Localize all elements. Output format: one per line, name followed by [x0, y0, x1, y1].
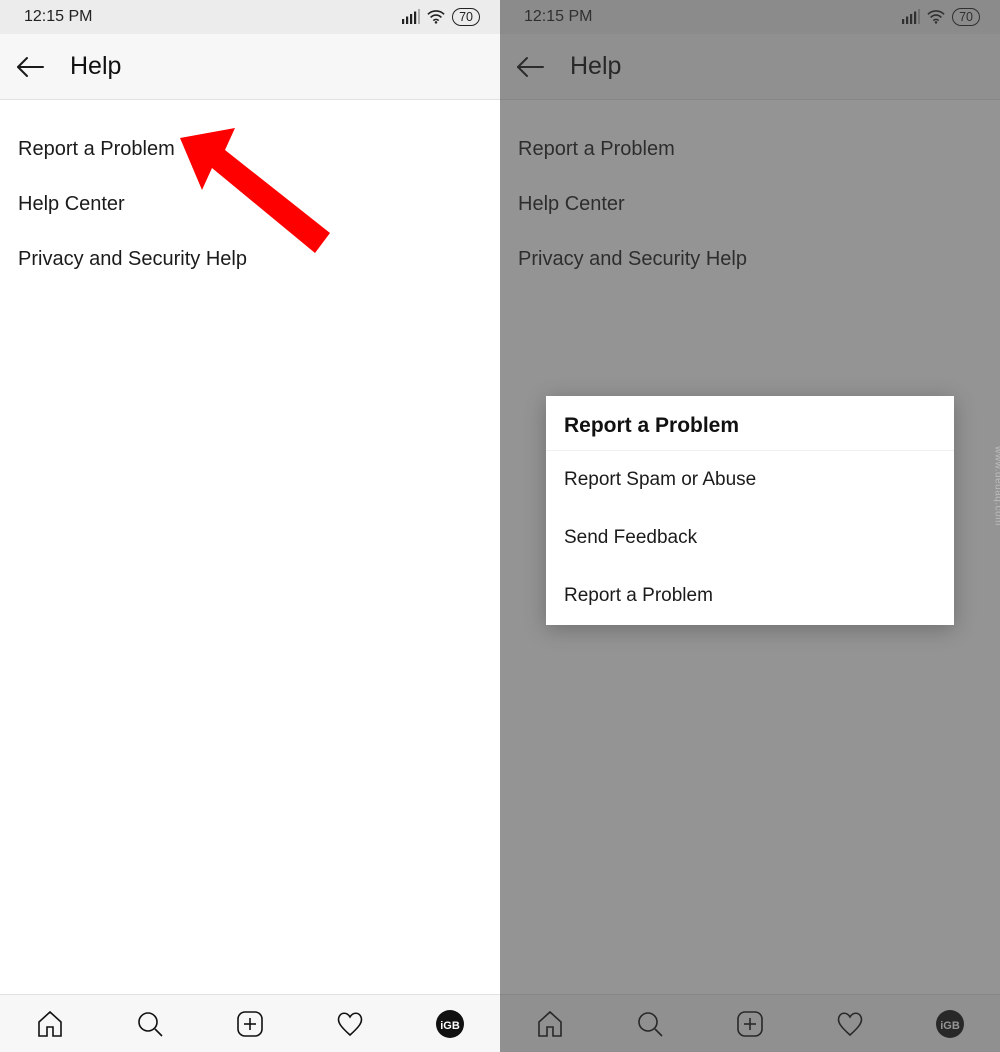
- dialog-item-report-spam[interactable]: Report Spam or Abuse: [546, 451, 954, 509]
- report-problem-dialog: Report a Problem Report Spam or Abuse Se…: [546, 396, 954, 625]
- dialog-item-report-problem[interactable]: Report a Problem: [546, 567, 954, 625]
- nav-profile[interactable]: iGB: [433, 1007, 467, 1041]
- help-item-help-center[interactable]: Help Center: [0, 177, 500, 232]
- wifi-icon: [427, 9, 445, 25]
- nav-search[interactable]: [133, 1007, 167, 1041]
- nav-home[interactable]: [33, 1007, 67, 1041]
- page-title: Help: [70, 52, 121, 81]
- help-item-privacy-security[interactable]: Privacy and Security Help: [0, 232, 500, 287]
- status-time: 12:15 PM: [24, 8, 92, 26]
- watermark: www.deuaq.com: [993, 446, 1000, 526]
- back-button[interactable]: [14, 51, 46, 83]
- svg-text:iGB: iGB: [440, 1020, 460, 1032]
- dialog-title: Report a Problem: [546, 396, 954, 451]
- help-item-report-problem[interactable]: Report a Problem: [0, 122, 500, 177]
- nav-create[interactable]: [233, 1007, 267, 1041]
- battery-icon: 70: [452, 8, 480, 26]
- signal-icon: [402, 9, 420, 25]
- help-content: Report a Problem Help Center Privacy and…: [0, 100, 500, 994]
- status-icons: 70: [402, 8, 480, 26]
- nav-activity[interactable]: [333, 1007, 367, 1041]
- dialog-item-send-feedback[interactable]: Send Feedback: [546, 509, 954, 567]
- phone-right: 12:15 PM 70 Help Report a Problem Help C…: [500, 0, 1000, 1052]
- bottom-nav: iGB: [0, 994, 500, 1052]
- status-bar: 12:15 PM 70: [0, 0, 500, 34]
- phone-left: 12:15 PM 70 Help Report a Problem Help C…: [0, 0, 500, 1052]
- app-header: Help: [0, 34, 500, 100]
